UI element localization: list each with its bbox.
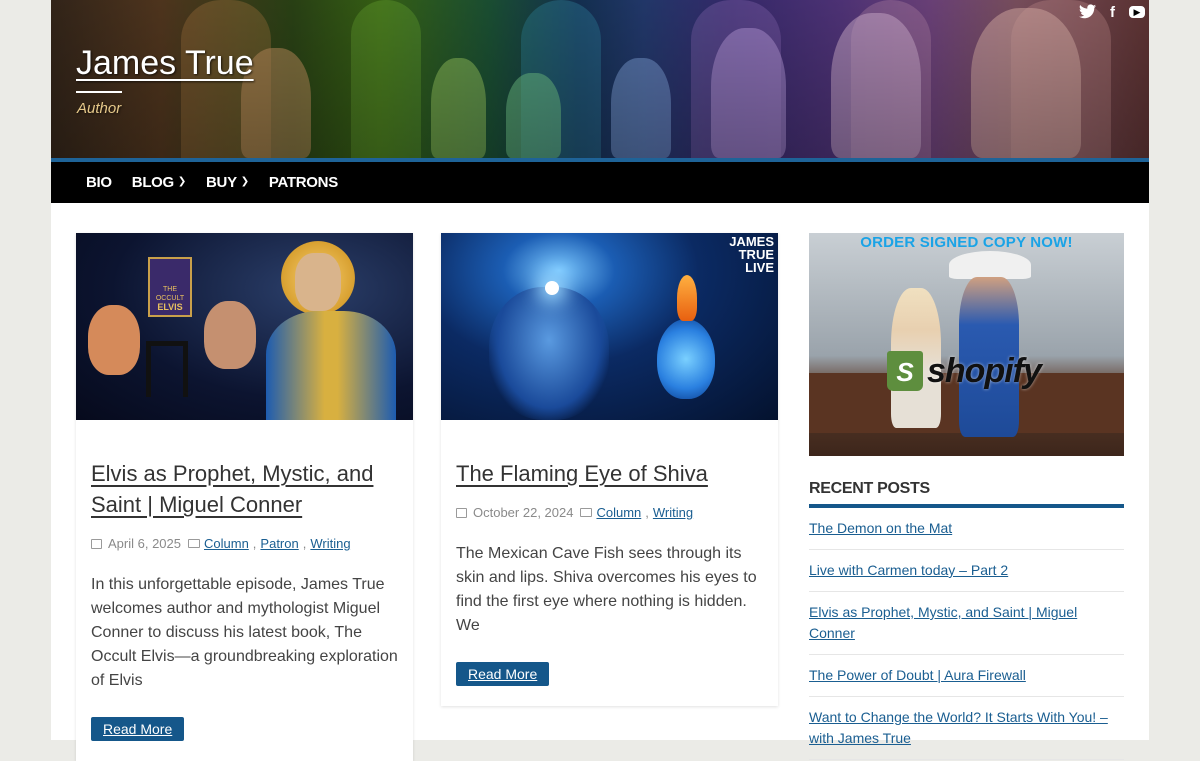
category-link[interactable]: Writing (653, 505, 693, 520)
post-date[interactable]: April 6, 2025 (108, 536, 181, 551)
thumb-portrait (88, 305, 140, 375)
book-cover-line: ELVIS (157, 302, 183, 312)
separator: , (645, 505, 649, 520)
post-body: Elvis as Prophet, Mystic, and Saint | Mi… (76, 420, 413, 761)
separator: , (302, 536, 307, 551)
calendar-icon (456, 507, 467, 518)
ad-hat (949, 251, 1031, 279)
recent-post-link[interactable]: Live with Carmen today – Part 2 (809, 562, 1008, 578)
header-banner: James True Author f ▶ (51, 0, 1149, 158)
youtube-icon[interactable]: ▶ (1129, 6, 1145, 18)
post-thumbnail[interactable]: THE OCCULT ELVIS (76, 233, 413, 420)
category-link[interactable]: Patron (260, 536, 298, 551)
category-link[interactable]: Column (204, 536, 249, 551)
shopify-wordmark: shopify (927, 351, 1042, 390)
book-cover-line: THE OCCULT (155, 286, 185, 302)
post-meta: April 6, 2025 Column, Patron, Writing (91, 536, 398, 551)
chevron-down-icon: ❯ (177, 176, 187, 187)
post-date[interactable]: October 22, 2024 (473, 505, 573, 520)
nav-item-bio[interactable]: BIO (86, 174, 112, 191)
list-item: The Demon on the Mat (809, 508, 1124, 550)
thumb-portrait (295, 253, 341, 311)
nav-item-blog[interactable]: BLOG ❯ (131, 174, 187, 191)
torii-icon (146, 341, 188, 397)
thumb-flame (677, 275, 697, 321)
category-link[interactable]: Writing (310, 536, 350, 551)
social-links: f ▶ (1079, 4, 1145, 21)
sidebar: ORDER SIGNED COPY NOW! S shopify RECENT … (809, 233, 1124, 760)
post-excerpt: The Mexican Cave Fish sees through its s… (456, 545, 757, 634)
twitter-icon[interactable] (1079, 4, 1096, 21)
nav-item-patrons[interactable]: PATRONS (269, 174, 338, 191)
list-item: Live with Carmen today – Part 2 (809, 550, 1124, 592)
site-title[interactable]: James True (76, 44, 254, 83)
shopify-logo: S shopify (887, 351, 1042, 391)
post-meta: October 22, 2024 Column, Writing (456, 505, 763, 520)
post-title[interactable]: The Flaming Eye of Shiva (456, 458, 763, 489)
folder-icon (580, 508, 593, 517)
facebook-icon[interactable]: f (1104, 4, 1121, 21)
post-card: JAMES TRUE LIVE The Flaming Eye of Shiva… (441, 233, 778, 706)
recent-post-link[interactable]: The Power of Doubt | Aura Firewall (809, 667, 1026, 683)
ad-headline: ORDER SIGNED COPY NOW! (860, 234, 1073, 251)
thumb-flame-egg (657, 319, 715, 399)
watermark-line: LIVE (745, 260, 774, 275)
list-item: The Power of Doubt | Aura Firewall (809, 655, 1124, 697)
recent-post-link[interactable]: Want to Change the World? It Starts With… (809, 709, 1108, 746)
post-title[interactable]: Elvis as Prophet, Mystic, and Saint | Mi… (91, 458, 398, 520)
nav-label: BLOG (131, 174, 174, 191)
post-card: THE OCCULT ELVIS Elvis as Prophet, Mysti… (76, 233, 413, 761)
recent-post-link[interactable]: Elvis as Prophet, Mystic, and Saint | Mi… (809, 604, 1077, 641)
thumb-watermark: JAMES TRUE LIVE (729, 235, 774, 274)
separator: , (252, 536, 257, 551)
thumb-face (489, 287, 609, 420)
chevron-down-icon: ❯ (240, 176, 249, 187)
post-thumbnail[interactable]: JAMES TRUE LIVE (441, 233, 778, 420)
thumb-figure (266, 311, 396, 420)
nav-label: PATRONS (268, 174, 338, 191)
read-more-button[interactable]: Read More (456, 662, 550, 686)
folder-icon (188, 539, 200, 548)
nav-label: BIO (86, 174, 112, 191)
recent-posts-list: The Demon on the Mat Live with Carmen to… (809, 508, 1124, 760)
recent-posts-title: RECENT POSTS (809, 480, 1124, 508)
site-container: James True Author f ▶ BIO BLOG ❯ BUY ❯ PAT… (51, 0, 1149, 761)
read-more-button[interactable]: Read More (91, 717, 185, 741)
site-tagline: Author (77, 100, 122, 117)
recent-post-link[interactable]: The Demon on the Mat (809, 520, 952, 536)
list-item: Elvis as Prophet, Mystic, and Saint | Mi… (809, 592, 1124, 655)
thumb-book-cover: THE OCCULT ELVIS (148, 257, 192, 317)
nav-item-buy[interactable]: BUY ❯ (206, 174, 249, 191)
post-body: The Flaming Eye of Shiva October 22, 202… (441, 420, 778, 706)
thumb-portrait (204, 301, 256, 369)
post-excerpt: In this unforgettable episode, James Tru… (91, 576, 398, 689)
title-divider (76, 91, 122, 93)
list-item: Want to Change the World? It Starts With… (809, 697, 1124, 760)
main-navigation: BIO BLOG ❯ BUY ❯ PATRONS (51, 158, 1149, 203)
nav-label: BUY (206, 174, 237, 191)
shop-ad-banner[interactable]: ORDER SIGNED COPY NOW! S shopify (809, 233, 1124, 456)
third-eye-glow (545, 281, 559, 295)
shopify-bag-icon: S (887, 351, 923, 391)
category-link[interactable]: Column (596, 505, 641, 520)
calendar-icon (91, 538, 102, 549)
